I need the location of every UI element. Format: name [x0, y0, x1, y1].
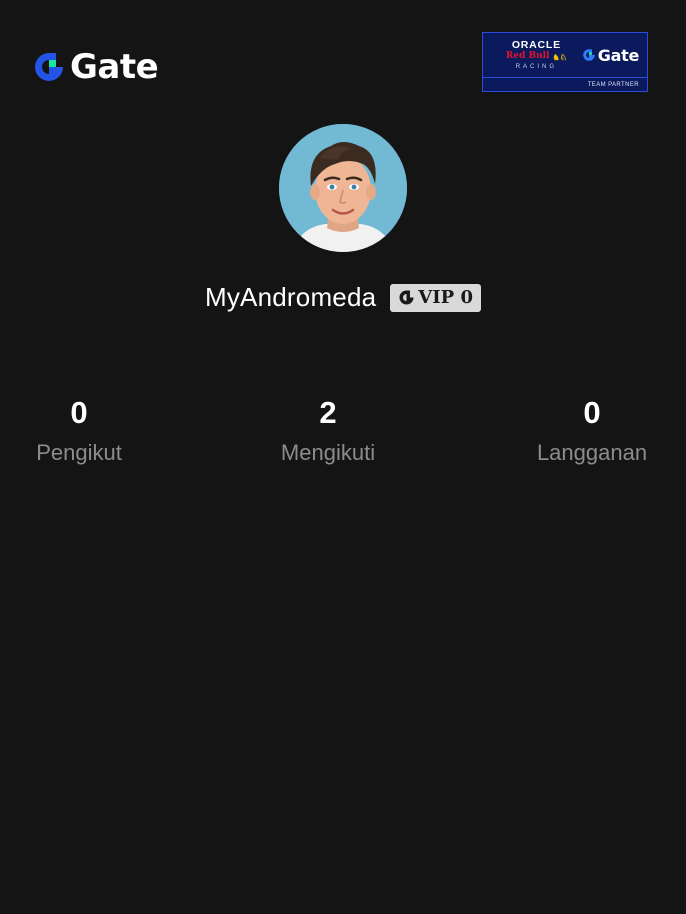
followers-label: Pengikut	[36, 440, 122, 465]
bull-icon: ♞♘	[552, 51, 567, 62]
followers-count: 0	[70, 395, 88, 430]
partner-line-2: Red Bull	[505, 51, 550, 62]
partner-line-2-wrap: Red Bull ♞♘	[506, 52, 567, 61]
subscriptions-stat[interactable]: 0 Langganan	[537, 394, 647, 466]
following-stat[interactable]: 2 Mengikuti	[281, 394, 375, 466]
username-row: MyAndromeda VIP 0	[0, 282, 686, 313]
partner-gate-lockup: Gate	[582, 46, 641, 65]
username: MyAndromeda	[205, 282, 377, 312]
subscriptions-count: 0	[583, 395, 601, 430]
profile-page: Gate ORACLE Red Bull ♞♘ RACING Gate TEAM…	[0, 0, 686, 914]
brand-name: Gate	[70, 47, 159, 87]
vip-badge[interactable]: VIP 0	[390, 283, 481, 312]
racing-team-lockup: ORACLE Red Bull ♞♘ RACING	[491, 40, 582, 71]
partner-gate-name: Gate	[597, 45, 640, 65]
partner-caption: TEAM PARTNER	[483, 77, 647, 91]
user-avatar-image	[279, 124, 407, 252]
followers-stat[interactable]: 0 Pengikut	[36, 394, 122, 466]
following-label: Mengikuti	[280, 440, 376, 465]
user-avatar[interactable]	[279, 124, 407, 252]
vip-level-label: VIP 0	[418, 287, 473, 308]
team-partner-badge[interactable]: ORACLE Red Bull ♞♘ RACING Gate TEAM PART…	[482, 32, 648, 92]
subscriptions-label: Langganan	[536, 440, 648, 465]
gate-logo[interactable]: Gate	[32, 47, 159, 87]
partner-gate-icon	[583, 49, 595, 61]
gate-vip-icon	[399, 290, 414, 305]
gate-logo-icon	[35, 53, 63, 81]
partner-line-1: ORACLE	[511, 38, 561, 51]
following-count: 2	[319, 395, 337, 430]
partner-badge-top: ORACLE Red Bull ♞♘ RACING Gate	[483, 33, 647, 77]
partner-line-3: RACING	[515, 64, 558, 71]
